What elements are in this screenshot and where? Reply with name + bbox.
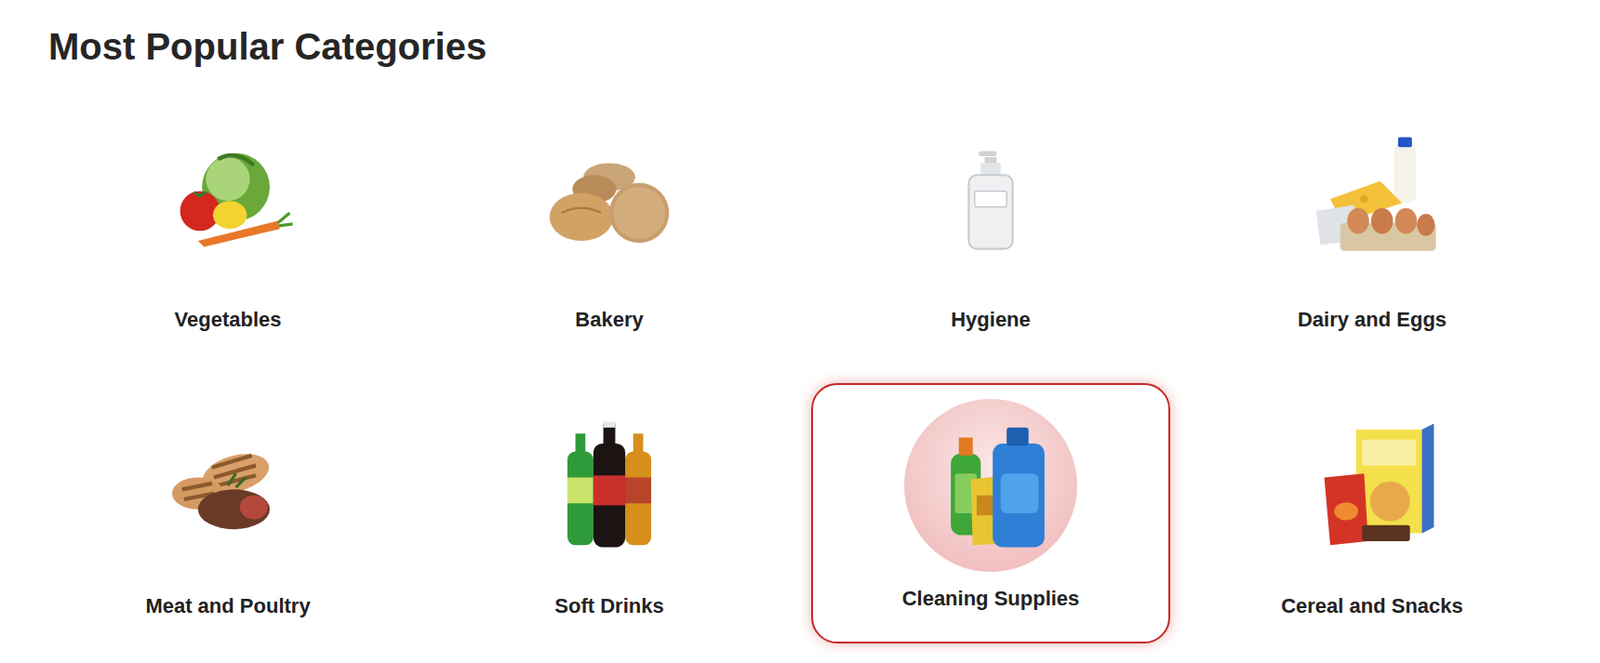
category-label: Cereal and Snacks (1280, 593, 1464, 620)
category-card[interactable]: Vegetables (48, 96, 408, 358)
category-label: Bakery (574, 306, 643, 334)
detergent-icon (920, 415, 1061, 556)
category-label: Hygiene (950, 306, 1031, 334)
meat-icon (158, 415, 298, 556)
category-card[interactable]: Cleaning Supplies (811, 383, 1171, 644)
category-label: Vegetables (174, 306, 282, 334)
category-card[interactable]: Dairy and Eggs (1192, 96, 1552, 358)
section-title: Most Popular Categories (48, 24, 1563, 69)
category-label: Dairy and Eggs (1297, 306, 1447, 334)
dairy-icon (1302, 129, 1442, 269)
soap-bottle-icon (920, 129, 1061, 269)
category-card[interactable]: Hygiene (811, 96, 1171, 358)
categories-page: Most Popular Categories Vegetables Bakery H… (0, 0, 1600, 663)
category-card[interactable]: Bakery (429, 96, 789, 358)
category-grid: Vegetables Bakery Hygiene Dairy and Eggs Mea… (37, 96, 1563, 644)
category-label: Meat and Poultry (145, 593, 310, 620)
category-label: Cleaning Supplies (902, 586, 1080, 613)
vegetables-icon (158, 129, 298, 269)
category-card[interactable]: Meat and Poultry (48, 383, 408, 644)
category-label: Soft Drinks (554, 593, 664, 620)
category-card[interactable]: Cereal and Snacks (1192, 383, 1552, 644)
soda-bottles-icon (539, 415, 680, 556)
category-card[interactable]: Soft Drinks (429, 383, 789, 644)
cereal-box-icon (1302, 415, 1442, 556)
bread-icon (539, 129, 680, 269)
